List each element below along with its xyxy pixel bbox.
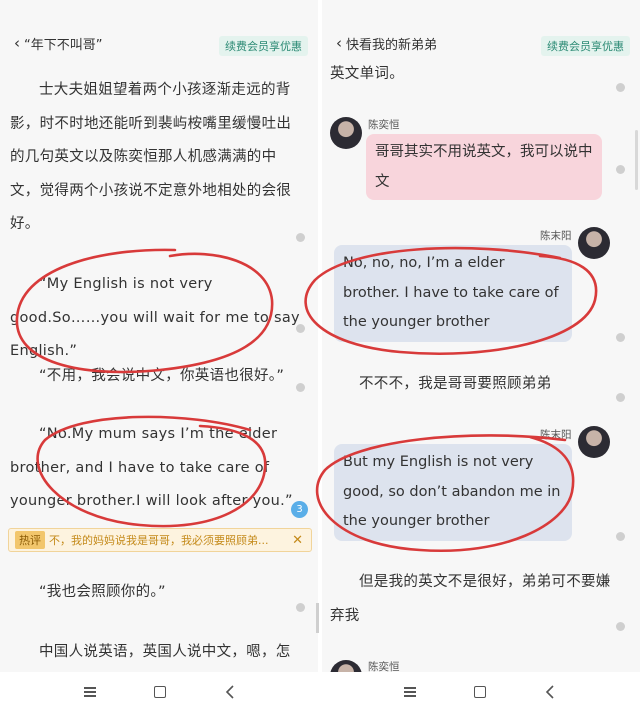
quote-marker: [316, 603, 319, 633]
paragraph-2: “My English is not very good.So……you wil…: [10, 276, 300, 359]
speaker-name: 陈奕恒: [368, 119, 400, 131]
hot-comment-text: 不，我的妈妈说我是哥哥，我必须要照顾弟...: [49, 534, 269, 547]
right-top-text: 英文单词。: [330, 66, 404, 82]
avatar[interactable]: [578, 426, 610, 458]
paragraph-4: “No.My mum says I’m the elder brother, a…: [10, 426, 293, 509]
right-back-label: 快看我的新弟弟: [346, 38, 438, 53]
narration-1: 不不不，我是哥哥要照顾弟弟: [359, 376, 552, 392]
comment-dot[interactable]: [616, 532, 625, 541]
left-vip-promo[interactable]: 续费会员享优惠: [219, 36, 308, 56]
comment-dot[interactable]: [296, 603, 305, 612]
close-icon[interactable]: ✕: [284, 533, 311, 548]
comment-count-badge[interactable]: 3: [291, 501, 308, 518]
comment-dot[interactable]: [296, 324, 305, 333]
chat-bubble: 哥哥其实不用说英文，我可以说中文: [366, 134, 602, 200]
avatar[interactable]: [330, 117, 362, 149]
paragraph-1: 士大夫姐姐望着两个小孩逐渐走远的背影，时不时地还能听到裴屿桉嘴里缓慢吐出的几句英…: [10, 82, 292, 232]
speaker-name: 陈奕恒: [368, 661, 400, 672]
hot-comment-bar[interactable]: 热评 不，我的妈妈说我是哥哥，我必须要照顾弟... ✕: [8, 528, 312, 552]
back-icon[interactable]: [540, 682, 560, 702]
chat-bubble: No, no, no, I’m a elder brother. I have …: [334, 245, 572, 342]
left-reader-pane: ‹ “年下不叫哥” 续费会员享优惠 士大夫姐姐望着两个小孩逐渐走远的背影，时不时…: [0, 0, 318, 672]
avatar[interactable]: [578, 227, 610, 259]
right-back-button[interactable]: ‹ 快看我的新弟弟: [336, 34, 438, 54]
right-vip-promo[interactable]: 续费会员享优惠: [541, 36, 630, 56]
right-reader-pane: ‹ 快看我的新弟弟 续费会员享优惠 英文单词。 陈奕恒 哥哥其实不用说英文，我可…: [322, 0, 640, 672]
scrollbar[interactable]: [635, 130, 638, 190]
left-top-bar: ‹ “年下不叫哥” 续费会员享优惠: [0, 30, 318, 58]
comment-dot[interactable]: [616, 333, 625, 342]
narration-2: 但是我的英文不是很好，弟弟可不要嫌弃我: [330, 574, 611, 624]
speaker-name: 陈末阳: [540, 230, 572, 242]
right-top-bar: ‹ 快看我的新弟弟 续费会员享优惠: [322, 30, 640, 58]
comment-dot[interactable]: [616, 83, 625, 92]
chevron-left-icon: ‹: [14, 34, 20, 52]
back-icon[interactable]: [220, 682, 240, 702]
menu-icon[interactable]: [80, 682, 100, 702]
paragraph-6: 中国人说英语，英国人说中文，嗯，怎么: [39, 644, 291, 660]
paragraph-3: “不用，我会说中文，你英语也很好。”: [39, 368, 285, 384]
home-icon[interactable]: [470, 682, 490, 702]
paragraph-5: “我也会照顾你的。”: [39, 584, 166, 600]
avatar[interactable]: [330, 660, 362, 672]
comment-dot[interactable]: [296, 233, 305, 242]
comment-dot[interactable]: [616, 393, 625, 402]
left-back-label: “年下不叫哥”: [24, 38, 103, 53]
chevron-left-icon: ‹: [336, 34, 342, 52]
menu-icon[interactable]: [400, 682, 420, 702]
comment-dot[interactable]: [616, 165, 625, 174]
comment-dot[interactable]: [296, 383, 305, 392]
system-nav-bar: [0, 672, 640, 712]
comment-dot[interactable]: [616, 622, 625, 631]
left-back-button[interactable]: ‹ “年下不叫哥”: [14, 34, 103, 54]
chat-bubble: But my English is not very good, so don’…: [334, 444, 572, 541]
home-icon[interactable]: [150, 682, 170, 702]
speaker-name: 陈末阳: [540, 429, 572, 441]
hot-comment-tag: 热评: [15, 531, 45, 549]
